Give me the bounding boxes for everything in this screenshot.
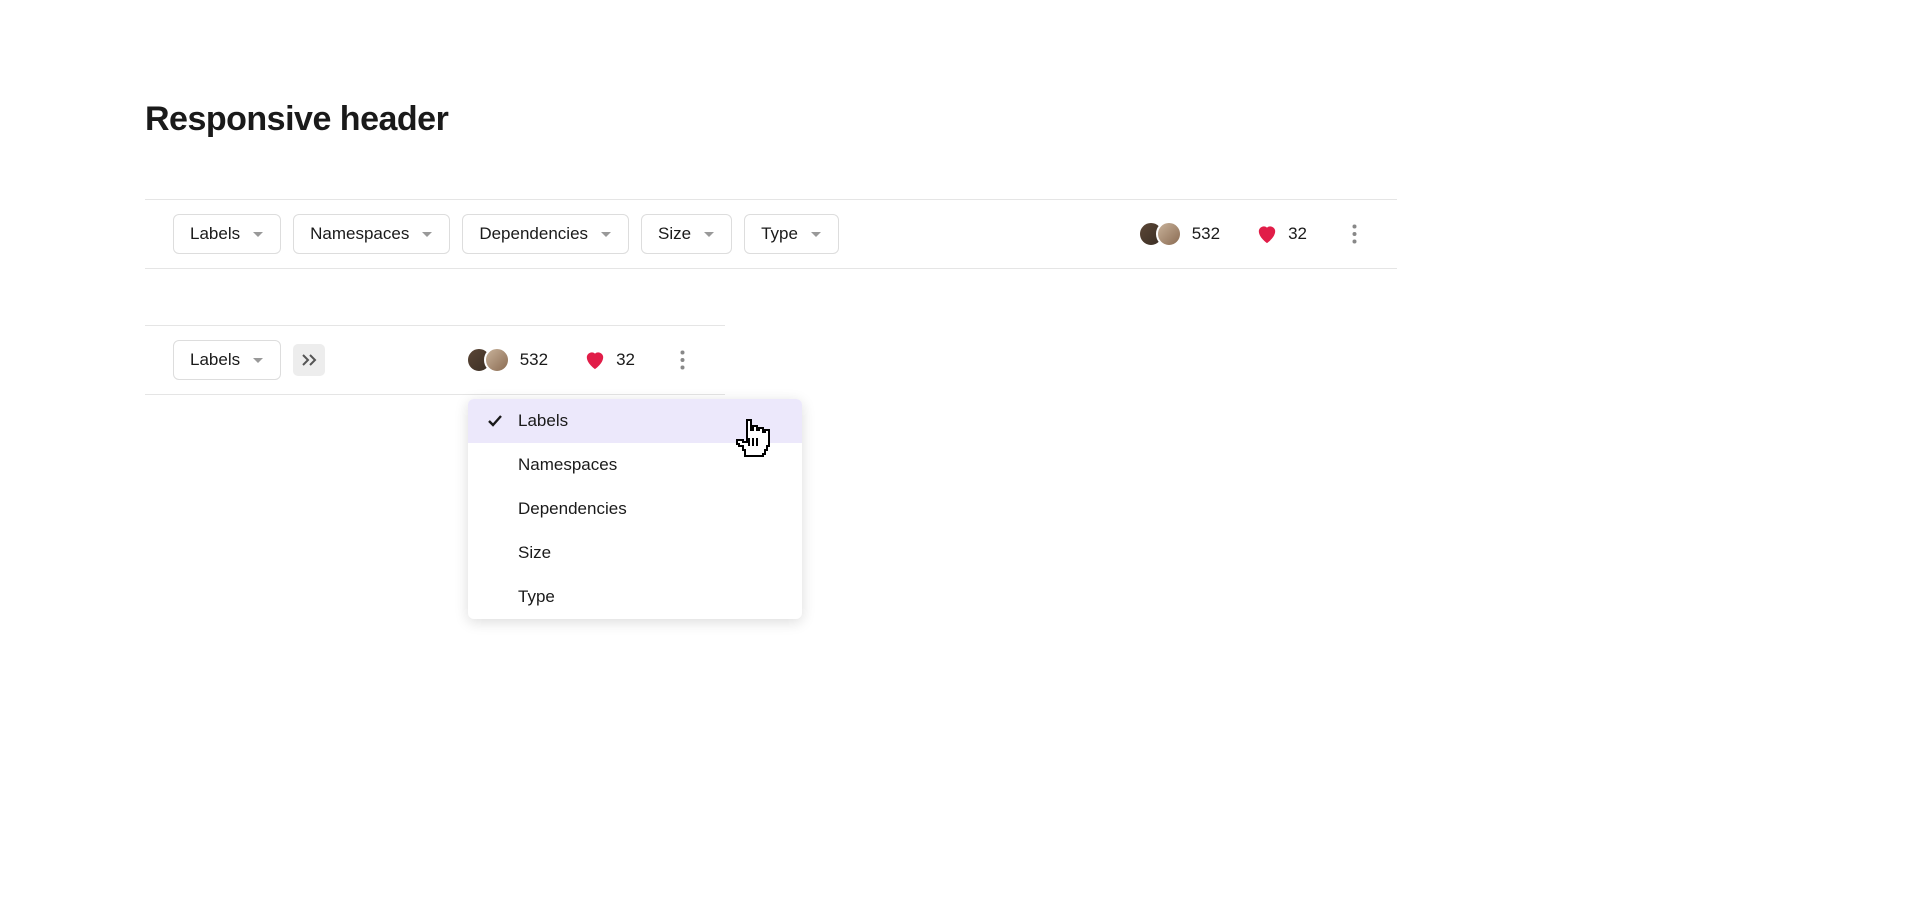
filter-namespaces[interactable]: Namespaces: [293, 214, 450, 254]
dropdown-item-label: Size: [518, 543, 551, 563]
avatar-stack-icon: [466, 347, 510, 373]
filter-dependencies[interactable]: Dependencies: [462, 214, 629, 254]
caret-down-icon: [600, 224, 612, 244]
dropdown-item-size[interactable]: Size: [468, 531, 802, 575]
filter-label: Namespaces: [310, 224, 409, 244]
caret-down-icon: [421, 224, 433, 244]
likes-count: 32: [616, 350, 635, 370]
filter-label: Labels: [190, 350, 240, 370]
members-count: 532: [520, 350, 548, 370]
heart-icon: [1256, 224, 1278, 244]
likes-count: 32: [1288, 224, 1307, 244]
likes-button[interactable]: 32: [584, 350, 635, 370]
filter-label: Size: [658, 224, 691, 244]
page-title: Responsive header: [145, 100, 1775, 139]
dropdown-item-label: Namespaces: [518, 455, 617, 475]
chevrons-right-icon: [301, 353, 317, 367]
kebab-icon: [1352, 224, 1357, 244]
filter-label: Type: [761, 224, 798, 244]
dropdown-item-type[interactable]: Type: [468, 575, 802, 619]
filter-label: Labels: [190, 224, 240, 244]
toolbar-wide: Labels Namespaces Dependencies Size Type: [145, 199, 1397, 269]
dropdown-item-labels[interactable]: Labels: [468, 399, 802, 443]
more-button[interactable]: [667, 345, 697, 375]
check-icon: [486, 414, 504, 428]
caret-down-icon: [252, 350, 264, 370]
filter-labels-narrow[interactable]: Labels: [173, 340, 281, 380]
dropdown-item-namespaces[interactable]: Namespaces: [468, 443, 802, 487]
members-button[interactable]: 532: [466, 347, 548, 373]
avatar: [1156, 221, 1182, 247]
dropdown-item-label: Dependencies: [518, 499, 627, 519]
members-button[interactable]: 532: [1138, 221, 1220, 247]
members-count: 532: [1192, 224, 1220, 244]
heart-icon: [584, 350, 606, 370]
filter-label: Dependencies: [479, 224, 588, 244]
caret-down-icon: [252, 224, 264, 244]
caret-down-icon: [703, 224, 715, 244]
dropdown-item-label: Type: [518, 587, 555, 607]
overflow-dropdown: Labels Namespaces Dependencies Size Type: [468, 399, 802, 619]
dropdown-item-dependencies[interactable]: Dependencies: [468, 487, 802, 531]
filter-type[interactable]: Type: [744, 214, 839, 254]
kebab-icon: [680, 350, 685, 370]
filter-size[interactable]: Size: [641, 214, 732, 254]
avatar-stack-icon: [1138, 221, 1182, 247]
dropdown-item-label: Labels: [518, 411, 568, 431]
avatar: [484, 347, 510, 373]
filter-labels[interactable]: Labels: [173, 214, 281, 254]
overflow-filters-button[interactable]: [293, 344, 325, 376]
likes-button[interactable]: 32: [1256, 224, 1307, 244]
caret-down-icon: [810, 224, 822, 244]
more-button[interactable]: [1339, 219, 1369, 249]
toolbar-narrow: Labels 532 32: [145, 325, 725, 395]
